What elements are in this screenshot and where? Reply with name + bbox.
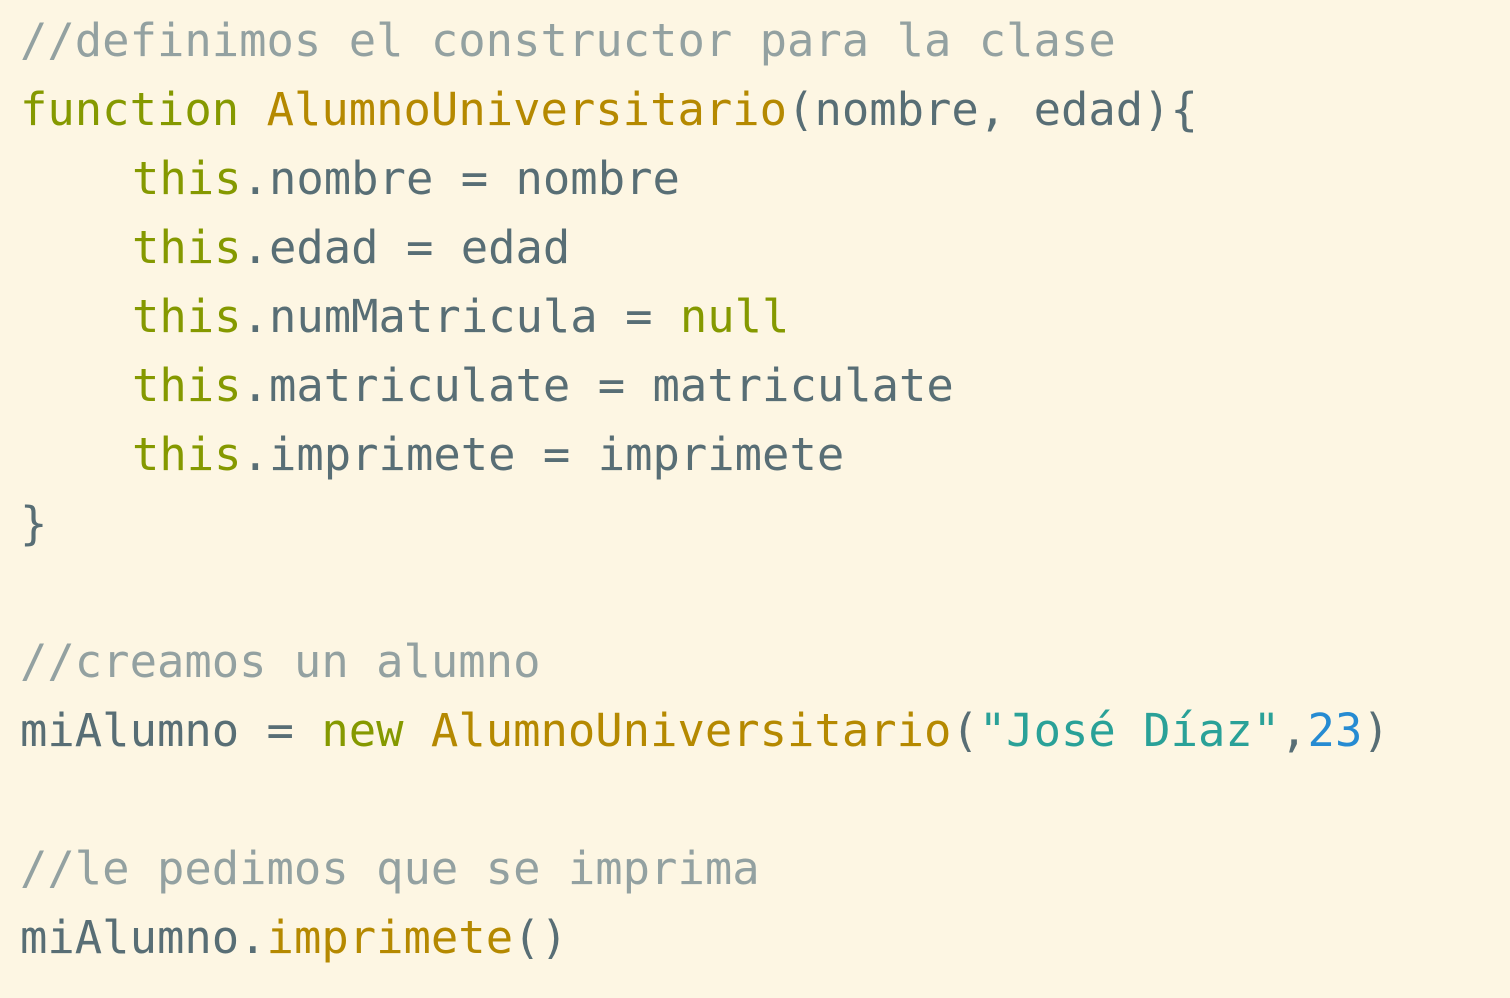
code-token-plain: (nombre, edad){	[787, 83, 1198, 136]
code-token-comment: //creamos un alumno	[20, 635, 541, 688]
code-line: }	[20, 489, 1510, 558]
code-line: //le pedimos que se imprima	[20, 834, 1510, 903]
code-line: //creamos un alumno	[20, 627, 1510, 696]
code-line: this.numMatricula = null	[20, 282, 1510, 351]
code-token-keyword: this	[132, 428, 242, 481]
code-line: //definimos el constructor para la clase	[20, 6, 1510, 75]
code-line: miAlumno = new AlumnoUniversitario("José…	[20, 696, 1510, 765]
code-token-string: "José Díaz"	[978, 704, 1281, 757]
code-token-keyword: this	[132, 152, 242, 205]
code-token-plain: .edad = edad	[241, 221, 571, 274]
code-token-keyword: this	[132, 221, 242, 274]
code-line: this.edad = edad	[20, 213, 1510, 282]
code-token-comment: //definimos el constructor para la clase	[20, 14, 1116, 67]
code-line: function AlumnoUniversitario(nombre, eda…	[20, 75, 1510, 144]
code-token-keyword: null	[679, 290, 790, 343]
code-token-number: 23	[1307, 704, 1363, 757]
code-token-keyword: this	[132, 290, 242, 343]
code-token-function: AlumnoUniversitario	[430, 704, 952, 757]
code-token-plain: )	[1362, 704, 1390, 757]
code-line: this.imprimete = imprimete	[20, 420, 1510, 489]
code-token-plain: .matriculate = matriculate	[241, 359, 954, 412]
code-line: miAlumno.imprimete()	[20, 903, 1510, 972]
code-token-plain: miAlumno.	[20, 911, 267, 964]
code-token-function: imprimete	[266, 911, 514, 964]
code-token-function: AlumnoUniversitario	[266, 83, 788, 136]
code-token-plain: }	[20, 497, 48, 550]
code-token-plain: ,	[1280, 704, 1308, 757]
code-token-keyword: this	[132, 359, 242, 412]
code-token-keyword: new	[321, 704, 404, 757]
code-token-comment: //le pedimos que se imprima	[20, 842, 760, 895]
code-token-plain: (	[951, 704, 979, 757]
code-token-plain: .numMatricula =	[241, 290, 680, 343]
code-token-plain: .imprimete = imprimete	[241, 428, 845, 481]
code-token-keyword: function	[20, 83, 240, 136]
code-editor[interactable]: //definimos el constructor para la clase…	[0, 0, 1510, 998]
code-token-plain: miAlumno =	[20, 704, 322, 757]
code-token-plain: .nombre = nombre	[241, 152, 680, 205]
code-line: this.matriculate = matriculate	[20, 351, 1510, 420]
code-token-plain: ()	[513, 911, 568, 964]
code-line: this.nombre = nombre	[20, 144, 1510, 213]
